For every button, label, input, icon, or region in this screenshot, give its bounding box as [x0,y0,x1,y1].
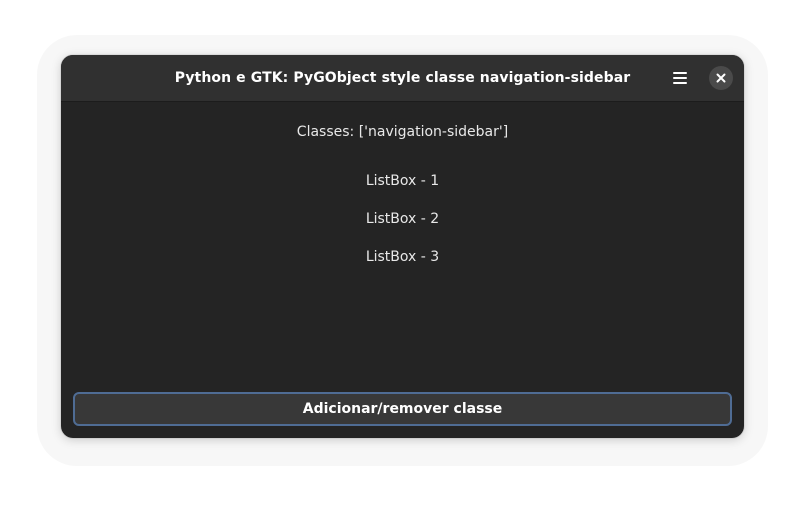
header-bar: Python e GTK: PyGObject style classe nav… [61,55,744,102]
list-item[interactable]: ListBox - 2 [61,200,744,238]
list-item[interactable]: ListBox - 3 [61,238,744,276]
close-button[interactable] [709,66,733,90]
toggle-class-button[interactable]: Adicionar/remover classe [73,392,732,426]
main-menu-button[interactable] [666,64,694,92]
close-icon [716,73,726,83]
classes-label: Classes: ['navigation-sidebar'] [296,124,509,140]
window-title: Python e GTK: PyGObject style classe nav… [174,70,631,86]
app-window: Python e GTK: PyGObject style classe nav… [61,55,744,438]
content-area: Classes: ['navigation-sidebar'] ListBox … [61,102,744,438]
list-item[interactable]: ListBox - 1 [61,162,744,200]
listbox: ListBox - 1 ListBox - 2 ListBox - 3 [61,162,744,276]
